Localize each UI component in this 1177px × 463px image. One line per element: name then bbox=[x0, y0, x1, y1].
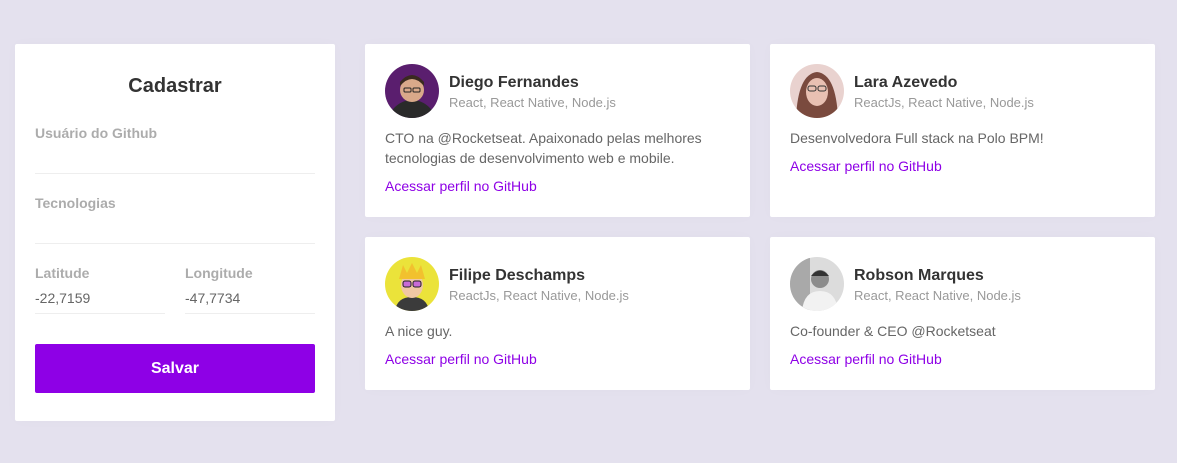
longitude-input[interactable] bbox=[185, 282, 315, 314]
dev-card-header: Diego Fernandes React, React Native, Nod… bbox=[385, 64, 730, 118]
dev-name: Robson Marques bbox=[854, 266, 984, 284]
dev-bio: Co-founder & CEO @Rocketseat bbox=[790, 323, 996, 339]
dev-card: Diego Fernandes React, React Native, Nod… bbox=[365, 44, 750, 217]
dev-card-header: Robson Marques React, React Native, Node… bbox=[790, 257, 1135, 311]
github-profile-link[interactable]: Acessar perfil no GitHub bbox=[385, 351, 537, 367]
dev-card-header: Lara Azevedo ReactJs, React Native, Node… bbox=[790, 64, 1135, 118]
user-info: Filipe Deschamps ReactJs, React Native, … bbox=[449, 266, 629, 303]
latitude-label: Latitude bbox=[35, 265, 90, 281]
dev-card: Filipe Deschamps ReactJs, React Native, … bbox=[365, 237, 750, 390]
register-panel: Cadastrar Usuário do Github Tecnologias … bbox=[15, 44, 335, 421]
github-field: Usuário do Github bbox=[35, 124, 315, 174]
dev-name: Lara Azevedo bbox=[854, 73, 958, 91]
avatar bbox=[385, 257, 439, 311]
github-label: Usuário do Github bbox=[35, 125, 158, 141]
techs-input[interactable] bbox=[35, 212, 315, 244]
dev-name: Diego Fernandes bbox=[449, 73, 579, 91]
latitude-field: Latitude bbox=[35, 264, 165, 314]
dev-techs: React, React Native, Node.js bbox=[449, 94, 616, 110]
github-profile-link[interactable]: Acessar perfil no GitHub bbox=[790, 351, 942, 367]
github-input[interactable] bbox=[35, 142, 315, 174]
avatar bbox=[790, 64, 844, 118]
latitude-input[interactable] bbox=[35, 282, 165, 314]
user-info: Diego Fernandes React, React Native, Nod… bbox=[449, 73, 616, 110]
techs-label: Tecnologias bbox=[35, 195, 116, 211]
techs-field: Tecnologias bbox=[35, 194, 315, 244]
dev-techs: React, React Native, Node.js bbox=[854, 287, 1021, 303]
save-button[interactable]: Salvar bbox=[35, 344, 315, 393]
dev-card: Robson Marques React, React Native, Node… bbox=[770, 237, 1155, 390]
dev-card-header: Filipe Deschamps ReactJs, React Native, … bbox=[385, 257, 730, 311]
dev-card: Lara Azevedo ReactJs, React Native, Node… bbox=[770, 44, 1155, 217]
dev-bio: Desenvolvedora Full stack na Polo BPM! bbox=[790, 130, 1044, 146]
avatar bbox=[385, 64, 439, 118]
dev-techs: ReactJs, React Native, Node.js bbox=[854, 94, 1034, 110]
dev-bio: A nice guy. bbox=[385, 323, 453, 339]
user-info: Robson Marques React, React Native, Node… bbox=[854, 266, 1021, 303]
dev-name: Filipe Deschamps bbox=[449, 266, 586, 284]
github-profile-link[interactable]: Acessar perfil no GitHub bbox=[790, 158, 942, 174]
dev-techs: ReactJs, React Native, Node.js bbox=[449, 287, 629, 303]
form-title: Cadastrar bbox=[128, 75, 222, 97]
github-profile-link[interactable]: Acessar perfil no GitHub bbox=[385, 178, 537, 194]
avatar bbox=[790, 257, 844, 311]
dev-bio: CTO na @Rocketseat. Apaixonado pelas mel… bbox=[385, 130, 702, 166]
user-info: Lara Azevedo ReactJs, React Native, Node… bbox=[854, 73, 1034, 110]
longitude-label: Longitude bbox=[185, 265, 253, 281]
longitude-field: Longitude bbox=[185, 264, 315, 314]
coordinates-group: Latitude Longitude bbox=[35, 264, 315, 314]
